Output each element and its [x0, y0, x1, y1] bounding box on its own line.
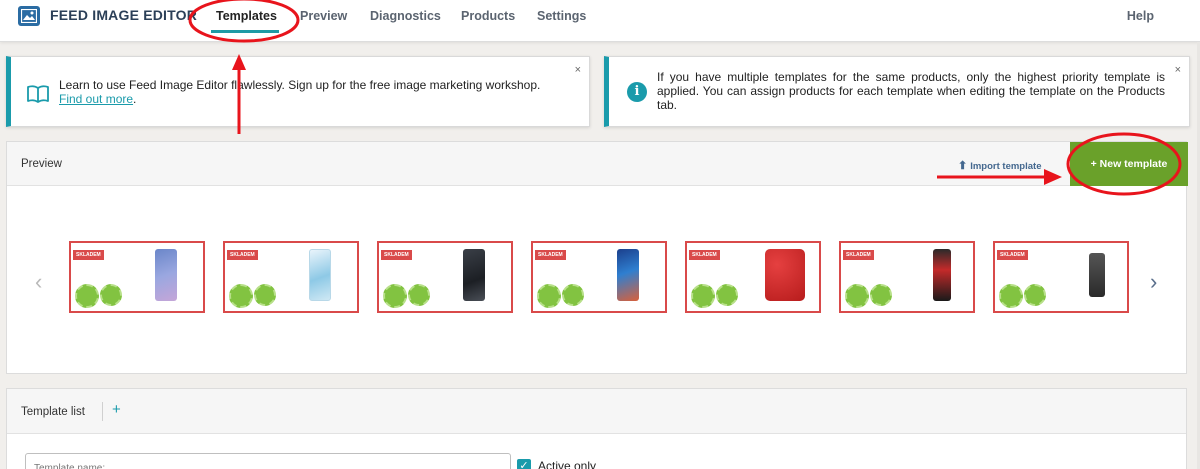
- phone-image: [1089, 253, 1105, 297]
- price-sticker: [691, 284, 715, 308]
- template-thumbnail[interactable]: SKLADEM: [685, 241, 821, 313]
- close-icon[interactable]: ×: [1175, 64, 1181, 76]
- tab-templates[interactable]: Templates: [216, 9, 277, 23]
- delivery-sticker: [254, 284, 276, 306]
- price-sticker: [383, 284, 407, 308]
- help-link[interactable]: Help: [1127, 9, 1154, 23]
- template-thumbnail[interactable]: SKLADEM: [377, 241, 513, 313]
- import-template-link[interactable]: ⬆ Import template: [958, 159, 1041, 172]
- stock-badge: SKLADEM: [843, 250, 874, 260]
- header-divider: [102, 402, 103, 421]
- workshop-notice-message: Learn to use Feed Image Editor flawlessl…: [59, 78, 541, 92]
- info-icon: i: [627, 82, 647, 102]
- preview-panel-header: Preview ⬆ Import template + New template: [7, 142, 1188, 186]
- stock-badge: SKLADEM: [227, 250, 258, 260]
- workshop-notice: Learn to use Feed Image Editor flawlessl…: [6, 56, 590, 127]
- price-sticker: [229, 284, 253, 308]
- stock-badge: SKLADEM: [997, 250, 1028, 260]
- link-suffix: .: [133, 92, 137, 106]
- stock-badge: SKLADEM: [535, 250, 566, 260]
- app-logo-icon: [18, 6, 40, 26]
- tab-preview[interactable]: Preview: [300, 9, 347, 23]
- phone-image: [155, 249, 177, 301]
- delivery-sticker: [408, 284, 430, 306]
- phone-image: [309, 249, 331, 301]
- import-template-label: Import template: [970, 161, 1042, 172]
- carousel-prev-icon[interactable]: ‹: [35, 269, 42, 295]
- app-title: FEED IMAGE EDITOR: [50, 7, 198, 23]
- template-thumbnail[interactable]: SKLADEM: [839, 241, 975, 313]
- active-only-checkbox[interactable]: ✓: [517, 459, 531, 469]
- book-icon: [27, 85, 49, 103]
- active-only-label: Active only: [538, 459, 597, 469]
- template-thumbnail[interactable]: SKLADEM: [69, 241, 205, 313]
- price-sticker: [999, 284, 1023, 308]
- active-tab-indicator: [211, 30, 279, 33]
- price-sticker: [845, 284, 869, 308]
- find-out-more-link[interactable]: Find out more: [59, 92, 133, 106]
- preview-panel: Preview ⬆ Import template + New template …: [6, 141, 1188, 374]
- tab-products[interactable]: Products: [461, 9, 515, 23]
- template-list-header: Template list +: [7, 389, 1186, 434]
- priority-notice-text: If you have multiple templates for the s…: [657, 70, 1165, 112]
- stock-badge: SKLADEM: [381, 250, 412, 260]
- stock-badge: SKLADEM: [689, 250, 720, 260]
- delivery-sticker: [1024, 284, 1046, 306]
- delivery-sticker: [716, 284, 738, 306]
- close-icon[interactable]: ×: [575, 64, 581, 76]
- template-thumbnail[interactable]: SKLADEM: [223, 241, 359, 313]
- phone-image: [463, 249, 485, 301]
- carousel-next-icon[interactable]: ›: [1150, 269, 1157, 295]
- new-template-button[interactable]: + New template: [1070, 142, 1188, 186]
- top-navigation: FEED IMAGE EDITOR Templates Preview Diag…: [0, 0, 1200, 42]
- add-template-icon[interactable]: +: [112, 401, 121, 418]
- delivery-sticker: [870, 284, 892, 306]
- phone-image: [617, 249, 639, 301]
- price-sticker: [75, 284, 99, 308]
- template-list-panel: Template list + ✓ Active only: [6, 388, 1187, 469]
- template-thumbnail[interactable]: SKLADEM: [993, 241, 1129, 313]
- preview-title: Preview: [21, 158, 62, 170]
- tab-diagnostics[interactable]: Diagnostics: [370, 9, 441, 23]
- price-sticker: [537, 284, 561, 308]
- phone-image: [765, 249, 805, 301]
- template-list-title: Template list: [21, 406, 85, 418]
- template-name-input[interactable]: [25, 453, 511, 469]
- delivery-sticker: [100, 284, 122, 306]
- stock-badge: SKLADEM: [73, 250, 104, 260]
- priority-notice: i If you have multiple templates for the…: [604, 56, 1190, 127]
- template-thumbnail[interactable]: SKLADEM: [531, 241, 667, 313]
- tab-settings[interactable]: Settings: [537, 9, 586, 23]
- workshop-notice-text: Learn to use Feed Image Editor flawlessl…: [59, 78, 569, 106]
- delivery-sticker: [562, 284, 584, 306]
- upload-icon: ⬆: [958, 160, 968, 172]
- phone-image: [933, 249, 951, 301]
